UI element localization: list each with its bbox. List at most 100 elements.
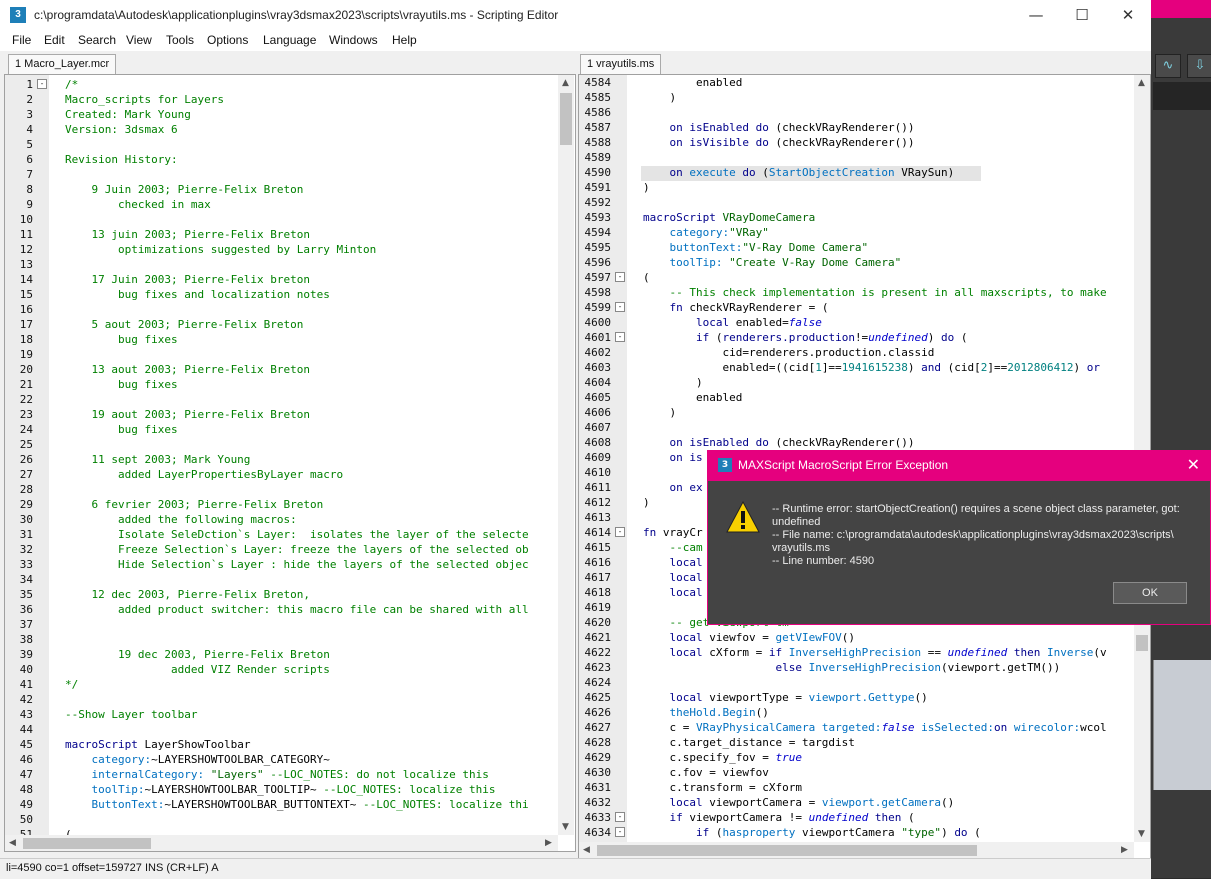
left-code-pane[interactable]: 1- /* 2 Macro_scripts for Layers 3 Created: M… — [4, 74, 576, 852]
line-number: 39 — [19, 648, 33, 661]
line-number: 11 — [19, 228, 33, 241]
code-token: ]== — [821, 361, 842, 374]
maximize-button[interactable]: ☐ — [1059, 0, 1105, 31]
download-icon[interactable]: ⇩ — [1187, 54, 1211, 78]
code-token: /* — [65, 78, 79, 91]
scroll-thumb[interactable] — [1136, 635, 1148, 651]
scroll-down-arrow-icon[interactable]: ▼ — [1138, 829, 1145, 839]
scroll-up-arrow-icon[interactable]: ▲ — [562, 78, 569, 88]
scroll-thumb[interactable] — [597, 845, 977, 856]
code-token: getVIewFOV — [775, 631, 842, 644]
dialog-close-icon[interactable]: ✕ — [1187, 455, 1200, 474]
code-token: "type" — [901, 826, 942, 839]
line-number: 4608 — [584, 436, 612, 449]
menu-view[interactable]: View — [126, 33, 152, 47]
code-line: ) — [643, 91, 1132, 104]
scroll-thumb[interactable] — [560, 93, 572, 145]
code-token: ) — [907, 361, 922, 374]
line-number: 4588 — [584, 136, 612, 149]
fold-toggle-icon[interactable]: - — [615, 272, 625, 282]
line-number: 4584 — [584, 76, 612, 89]
tab-vrayutils[interactable]: 1 vrayutils.ms — [580, 54, 662, 74]
scroll-down-arrow-icon[interactable]: ▼ — [562, 822, 569, 832]
fold-toggle-icon[interactable]: - — [615, 332, 625, 342]
menu-tools[interactable]: Tools — [166, 33, 194, 47]
code-token: and — [921, 361, 942, 374]
code-token: theHold.Begin — [643, 706, 756, 719]
minimize-button[interactable]: — — [1013, 0, 1059, 31]
line-number: 4621 — [584, 631, 612, 644]
scroll-left-arrow-icon[interactable]: ◀ — [9, 838, 16, 848]
line-number: 21 — [19, 378, 33, 391]
line-number: 37 — [19, 618, 33, 631]
left-vertical-scrollbar[interactable]: ▲ ▼ — [558, 75, 574, 835]
code-token: 19 dec 2003, Pierre-Felix Breton — [65, 648, 330, 661]
menu-search[interactable]: Search — [78, 33, 116, 47]
scroll-up-arrow-icon[interactable]: ▲ — [1138, 78, 1145, 88]
fold-toggle-icon[interactable]: - — [615, 812, 625, 822]
scroll-left-arrow-icon[interactable]: ◀ — [583, 845, 590, 855]
code-line: on isEnabled do (checkVRayRenderer()) — [643, 121, 1132, 134]
code-line: 12 dec 2003, Pierre-Felix Breton, — [65, 588, 557, 601]
line-number: 4632 — [584, 796, 612, 809]
warning-icon — [726, 501, 760, 533]
background-panel — [1153, 82, 1211, 110]
line-number: 4625 — [584, 691, 612, 704]
line-number: 16 — [19, 303, 33, 316]
code-token: renderers.production — [722, 331, 855, 344]
code-line: added the following macros: — [65, 513, 557, 526]
menu-options[interactable]: Options — [207, 33, 248, 47]
code-token: --cam — [643, 541, 703, 554]
tab-macro-layer[interactable]: 1 Macro_Layer.mcr — [8, 54, 117, 74]
code-token: ) — [927, 331, 942, 344]
code-line: ) — [643, 376, 1132, 389]
code-token: cid=renderers.production.classid — [643, 346, 935, 359]
line-number: 20 — [19, 363, 33, 376]
close-button[interactable]: ✕ — [1105, 0, 1151, 31]
code-line: cid=renderers.production.classid — [643, 346, 1132, 359]
line-number: 4622 — [584, 646, 612, 659]
line-number: 14 — [19, 273, 33, 286]
fold-toggle-icon[interactable]: - — [615, 827, 625, 837]
ok-button[interactable]: OK — [1113, 582, 1187, 604]
code-line: local enabled=false — [643, 316, 1132, 329]
line-number: 4609 — [584, 451, 612, 464]
line-number: 4623 — [584, 661, 612, 674]
menu-language[interactable]: Language — [263, 33, 316, 47]
code-line: optimizations suggested by Larry Minton — [65, 243, 557, 256]
line-number: 4610 — [584, 466, 612, 479]
app-icon: 3 — [718, 458, 732, 472]
code-token: 19 aout 2003; Pierre-Felix Breton — [65, 408, 311, 421]
fold-toggle-icon[interactable]: - — [37, 79, 47, 89]
scroll-thumb[interactable] — [23, 838, 151, 849]
right-horizontal-scrollbar[interactable]: ◀ ▶ — [579, 842, 1134, 858]
code-token: ~LAYERSHOWTOOLBAR_BUTTONTEXT~ — [164, 798, 357, 811]
line-number: 4607 — [584, 421, 612, 434]
line-number: 4603 — [584, 361, 612, 374]
code-line: if viewportCamera != undefined then ( — [643, 811, 1132, 824]
code-token: --LOC_NOTES: localize this — [316, 783, 496, 796]
fold-toggle-icon[interactable]: - — [615, 302, 625, 312]
menu-file[interactable]: File — [12, 33, 31, 47]
line-number: 27 — [19, 468, 33, 481]
code-token: ) — [1073, 361, 1087, 374]
code-token: 11 sept 2003; Mark Young — [65, 453, 251, 466]
line-number: 4595 — [584, 241, 612, 254]
left-horizontal-scrollbar[interactable]: ◀ ▶ — [5, 835, 558, 851]
code-token: c.target_distance = targdist — [643, 736, 855, 749]
wave-icon[interactable]: ∿ — [1155, 54, 1181, 78]
code-line: enabled — [643, 391, 1132, 404]
code-line: 9 Juin 2003; Pierre-Felix Breton — [65, 183, 557, 196]
code-token: ~LAYERSHOWTOOLBAR_TOOLTIP~ — [144, 783, 317, 796]
code-token: true — [775, 751, 802, 764]
code-token: else — [643, 661, 802, 674]
menu-windows[interactable]: Windows — [329, 33, 378, 47]
scroll-right-arrow-icon[interactable]: ▶ — [1121, 845, 1128, 855]
menu-edit[interactable]: Edit — [44, 33, 65, 47]
code-token: enabled= — [729, 316, 789, 329]
scroll-right-arrow-icon[interactable]: ▶ — [545, 838, 552, 848]
code-token: ( — [755, 166, 769, 179]
fold-toggle-icon[interactable]: - — [615, 527, 625, 537]
menu-help[interactable]: Help — [392, 33, 417, 47]
code-token: --LOC_NOTES: do not localize this — [263, 768, 489, 781]
